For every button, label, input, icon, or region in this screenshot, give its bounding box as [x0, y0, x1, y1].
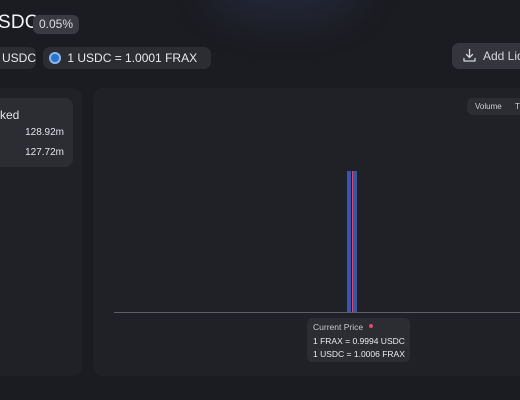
usdc-coin-icon	[49, 52, 61, 64]
chart-x-axis	[114, 312, 520, 313]
fee-tier-badge: 0.05%	[33, 15, 80, 34]
rate-chip-label: 1 USDC = 1.0001 FRAX	[67, 51, 198, 65]
toggle-tvl[interactable]: T	[515, 98, 520, 115]
add-liquidity-button[interactable]: Add Liqu	[452, 43, 520, 69]
current-price-tooltip: Current Price 1 FRAX = 0.9994 USDC 1 USD…	[307, 318, 410, 362]
liquidity-bar	[353, 171, 357, 313]
rate-chip[interactable]: 1 USDC = 1.0001 FRAX	[43, 47, 212, 69]
chart-view-toggle[interactable]: Volume T	[467, 98, 520, 115]
tooltip-label: Current Price	[313, 322, 364, 332]
locked-title: ked	[0, 108, 20, 122]
locked-panel: ked 128.92m 127.72m	[0, 98, 73, 167]
download-icon	[463, 48, 476, 62]
toggle-volume[interactable]: Volume	[475, 98, 502, 115]
add-liquidity-label: Add Liqu	[483, 49, 520, 63]
token-chip[interactable]: USDC	[0, 47, 36, 69]
token-chip-label: USDC	[2, 51, 37, 65]
tooltip-price-frax: 1 FRAX = 0.9994 USDC	[313, 336, 405, 346]
current-price-line	[352, 171, 353, 313]
tooltip-price-usdc: 1 USDC = 1.0006 FRAX	[313, 349, 405, 359]
liquidity-bar	[347, 171, 351, 313]
locked-value-1: 128.92m	[25, 127, 64, 138]
current-price-dot-icon	[369, 324, 373, 328]
header-glow	[210, 0, 360, 20]
locked-value-2: 127.72m	[25, 147, 64, 158]
